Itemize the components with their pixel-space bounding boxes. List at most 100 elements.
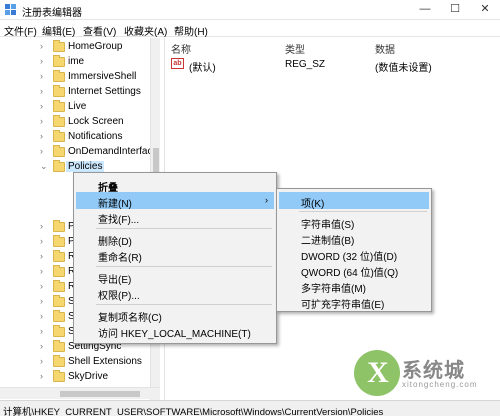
expand-arrow-icon[interactable]: › [40, 251, 43, 261]
regedit-icon [5, 4, 16, 15]
status-bar: 计算机\HKEY_CURRENT_USER\SOFTWARE\Microsoft… [0, 400, 500, 416]
menu-help[interactable]: 帮助(H) [174, 23, 208, 38]
folder-icon [53, 325, 65, 337]
menu-item-label: 权限(P)... [98, 291, 140, 302]
folder-icon [53, 280, 65, 292]
folder-icon [53, 70, 65, 82]
tree-item-ime[interactable]: › ime [0, 55, 159, 70]
tree-item-immersiveshell[interactable]: › ImmersiveShell [0, 70, 159, 85]
expand-arrow-icon[interactable]: › [40, 326, 43, 336]
collapse-arrow-icon[interactable]: ⌄ [40, 161, 48, 172]
menu-favorites[interactable]: 收藏夹(A) [124, 23, 167, 38]
menu-item-label: 访问 HKEY_LOCAL_MACHINE(T) [98, 329, 251, 340]
tree-item-label: Notifications [68, 131, 123, 142]
menu-view[interactable]: 查看(V) [83, 23, 116, 38]
menu-separator [299, 211, 427, 212]
submenu-item-key[interactable]: 项(K) [279, 192, 429, 210]
value-name[interactable]: (默认) [189, 59, 216, 74]
minimize-button[interactable]: — [410, 0, 440, 20]
expand-arrow-icon[interactable]: › [40, 341, 43, 351]
submenu-item-expandable-string-value[interactable]: 可扩充字符串值(E) [279, 293, 429, 311]
menu-item-permissions[interactable]: 权限(P)... [76, 284, 274, 302]
submenu-item-string-value[interactable]: 字符串值(S) [279, 213, 429, 231]
menu-item-goto-hklm[interactable]: 访问 HKEY_LOCAL_MACHINE(T) [76, 322, 274, 340]
tree-item-label: HomeGroup [68, 41, 123, 52]
new-submenu: 项(K) 字符串值(S) 二进制值(B) DWORD (32 位)值(D) QW… [276, 188, 432, 312]
menu-edit[interactable]: 编辑(E) [42, 23, 75, 38]
watermark-mark: X [367, 356, 389, 389]
tree-item-lock-screen[interactable]: › Lock Screen [0, 115, 159, 130]
folder-icon [53, 85, 65, 97]
column-header-type[interactable]: 类型 [285, 41, 305, 56]
folder-icon [53, 250, 65, 262]
submenu-arrow-icon: › [265, 195, 268, 205]
menu-separator [96, 228, 272, 229]
tree-item-skydrive[interactable]: › SkyDrive [0, 370, 159, 385]
expand-arrow-icon[interactable]: › [40, 236, 43, 246]
tree-item-label: Live [68, 101, 87, 112]
menu-item-label: 可扩充字符串值(E) [301, 300, 385, 311]
expand-arrow-icon[interactable]: › [40, 266, 43, 276]
value-type: REG_SZ [285, 59, 326, 70]
folder-icon [53, 220, 65, 232]
folder-icon [53, 265, 65, 277]
folder-icon [53, 130, 65, 142]
maximize-button[interactable]: ☐ [440, 0, 470, 20]
tree-item-label: OnDemandInterfac [68, 146, 153, 157]
menu-item-rename[interactable]: 重命名(R) [76, 246, 274, 264]
expand-arrow-icon[interactable]: › [40, 101, 43, 111]
menu-item-export[interactable]: 导出(E) [76, 268, 274, 286]
folder-icon [53, 100, 65, 112]
tree-item-notifications[interactable]: › Notifications [0, 130, 159, 145]
submenu-item-binary-value[interactable]: 二进制值(B) [279, 229, 429, 247]
column-header-name[interactable]: 名称 [171, 41, 191, 56]
folder-icon [53, 160, 65, 172]
close-button[interactable]: ✕ [470, 0, 500, 20]
column-header-data[interactable]: 数据 [375, 41, 395, 56]
expand-arrow-icon[interactable]: › [40, 371, 43, 381]
menu-item-find[interactable]: 查找(F)... [76, 208, 274, 226]
tree-item-live[interactable]: › Live [0, 100, 159, 115]
tree-item-label: Shell Extensions [68, 356, 142, 367]
menu-file[interactable]: 文件(F) [4, 23, 37, 38]
expand-arrow-icon[interactable]: › [40, 86, 43, 96]
menu-item-label: 重命名(R) [98, 253, 142, 264]
site-watermark: X 系统城 xitongcheng.com [340, 350, 500, 400]
tree-item-label: Policies [66, 161, 105, 172]
folder-icon [53, 115, 65, 127]
submenu-item-dword-value[interactable]: DWORD (32 位)值(D) [279, 245, 429, 263]
tree-item-label: Internet Settings [68, 86, 141, 97]
tree-item-internet-settings[interactable]: › Internet Settings [0, 85, 159, 100]
window-title: 注册表编辑器 [22, 8, 82, 19]
menu-separator [96, 266, 272, 267]
expand-arrow-icon[interactable]: › [40, 146, 43, 156]
menu-item-copy-key-name[interactable]: 复制项名称(C) [76, 306, 274, 324]
expand-arrow-icon[interactable]: › [40, 131, 43, 141]
expand-arrow-icon[interactable]: › [40, 56, 43, 66]
tree-item-label: SkyDrive [68, 371, 109, 382]
tree-item-ondemandinterface[interactable]: › OnDemandInterfac [0, 145, 159, 160]
menu-item-delete[interactable]: 删除(D) [76, 230, 274, 248]
expand-arrow-icon[interactable]: › [40, 356, 43, 366]
scrollbar-thumb[interactable] [60, 391, 140, 397]
menu-item-new[interactable]: 新建(N) › [76, 192, 274, 210]
expand-arrow-icon[interactable]: › [40, 71, 43, 81]
expand-arrow-icon[interactable]: › [40, 281, 43, 291]
expand-arrow-icon[interactable]: › [40, 311, 43, 321]
tree-item-label: ime [68, 56, 85, 67]
tree-item-shell-extensions[interactable]: › Shell Extensions [0, 355, 159, 370]
expand-arrow-icon[interactable]: › [40, 41, 43, 51]
expand-arrow-icon[interactable]: › [40, 116, 43, 126]
submenu-item-multi-string-value[interactable]: 多字符串值(M) [279, 277, 429, 295]
menu-item-collapse[interactable]: 折叠 [76, 176, 274, 194]
tree-item-homegroup[interactable]: › HomeGroup [0, 40, 159, 55]
tree-horizontal-scrollbar[interactable] [0, 387, 160, 399]
folder-icon [53, 310, 65, 322]
folder-icon [53, 55, 65, 67]
menu-item-label: 项(K) [301, 199, 325, 210]
expand-arrow-icon[interactable]: › [40, 221, 43, 231]
folder-icon [53, 370, 65, 382]
context-menu: 折叠 新建(N) › 查找(F)... 删除(D) 重命名(R) 导出(E) 权… [73, 172, 277, 344]
expand-arrow-icon[interactable]: › [40, 296, 43, 306]
submenu-item-qword-value[interactable]: QWORD (64 位)值(Q) [279, 261, 429, 279]
